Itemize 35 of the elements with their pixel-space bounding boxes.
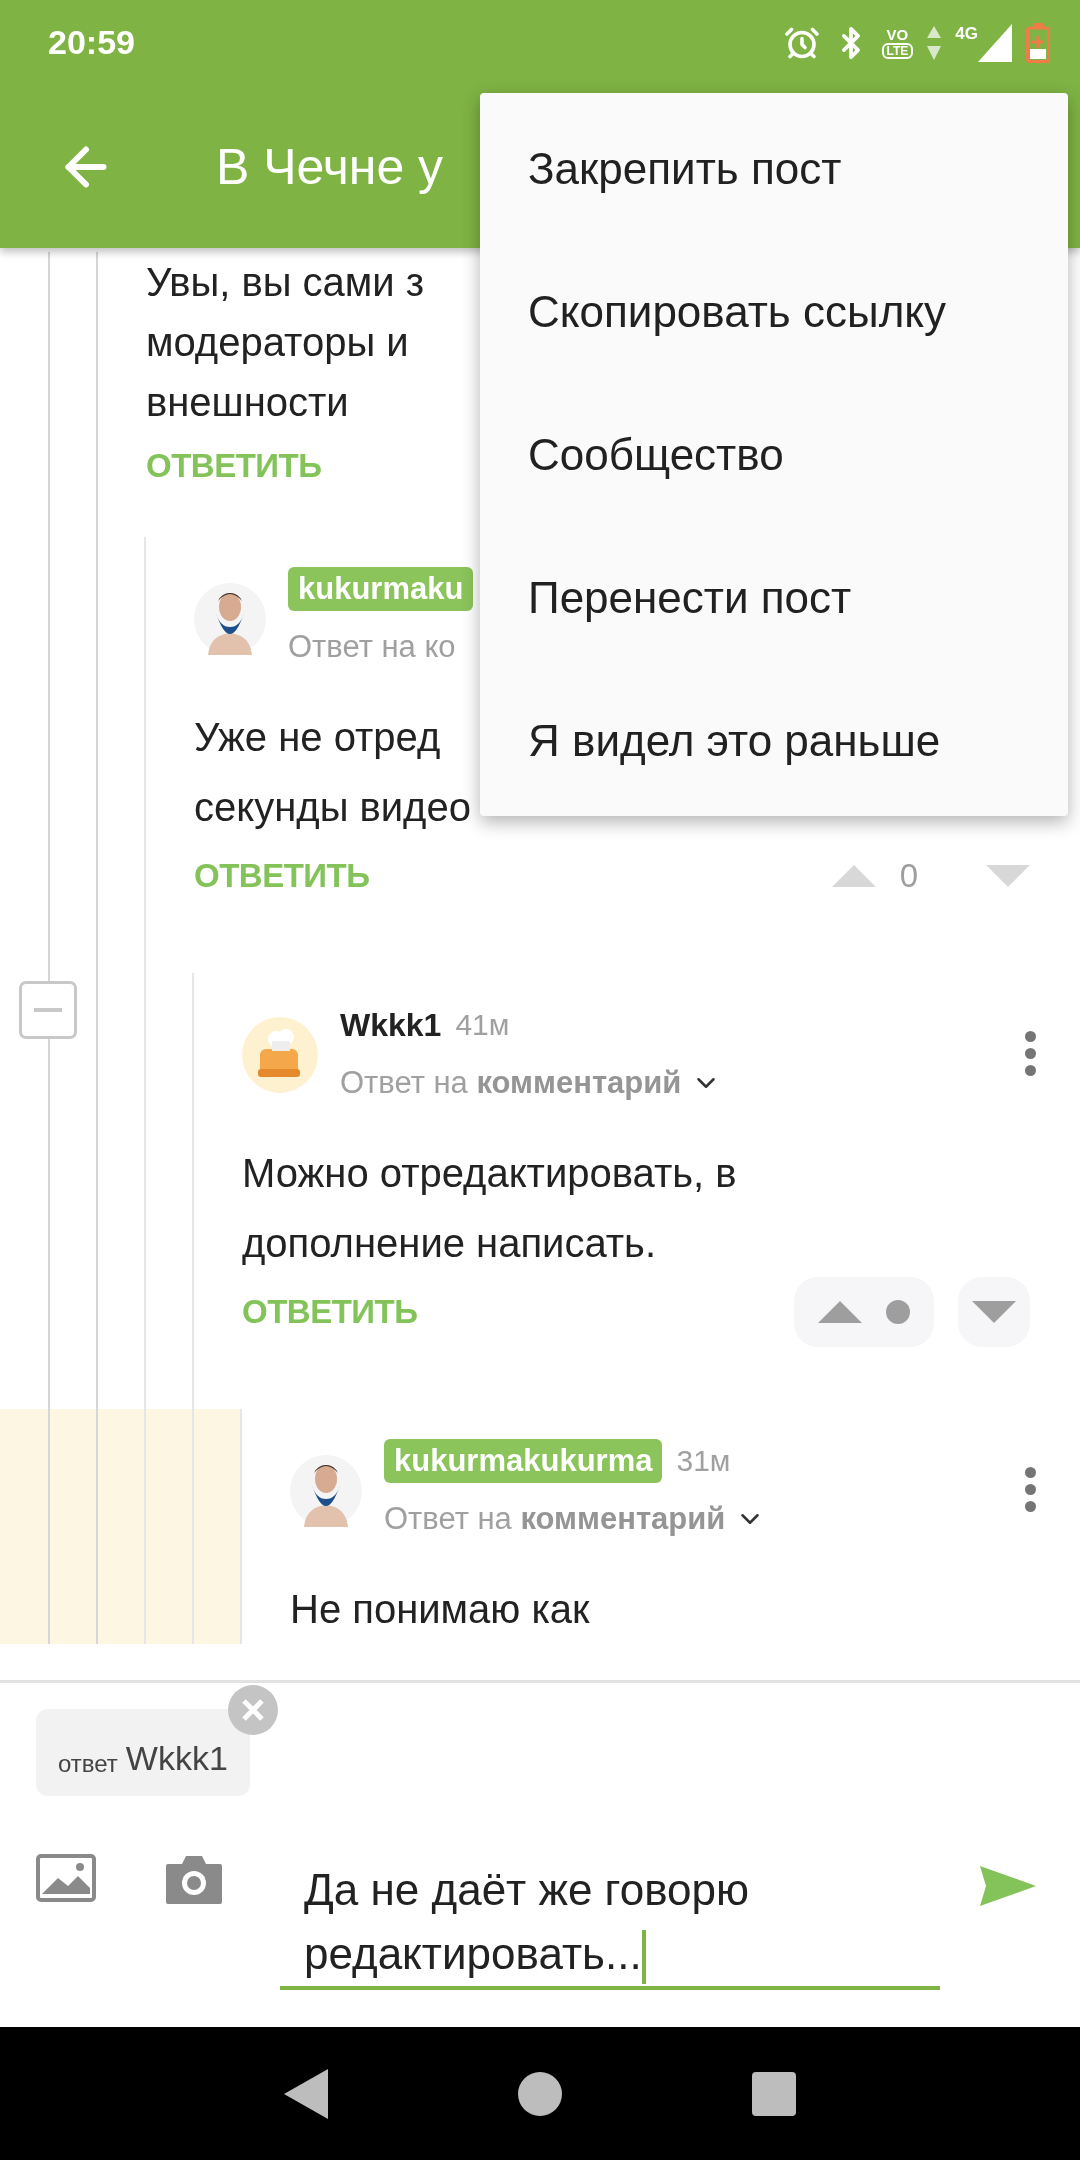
downvote-button[interactable] (958, 1277, 1030, 1347)
menu-item[interactable]: Закрепить пост (480, 97, 1068, 240)
downvote-icon[interactable] (972, 1301, 1016, 1323)
comment-text: Не понимаю как (290, 1586, 590, 1633)
data-arrows-icon (927, 25, 942, 60)
toolbar-title: В Чечне у (216, 137, 444, 196)
menu-item[interactable]: Сообщество (480, 383, 1068, 526)
upvote-button[interactable] (794, 1277, 934, 1347)
message-field[interactable]: Да не даёт же говорю редактировать... (280, 1854, 940, 1990)
home-nav-icon[interactable] (518, 2071, 562, 2116)
recents-nav-icon[interactable] (752, 2071, 796, 2116)
downvote-icon[interactable] (986, 865, 1030, 887)
back-nav-icon[interactable] (284, 2068, 328, 2119)
menu-item[interactable]: Перенести пост (480, 526, 1068, 669)
upvote-icon[interactable] (831, 865, 876, 887)
menu-item[interactable]: Скопировать ссылку (480, 240, 1068, 383)
collapse-button[interactable] (19, 981, 77, 1039)
comment-text: Увы, вы сами з модераторы и внешности (146, 259, 425, 426)
camera-icon[interactable] (164, 1854, 224, 1906)
vote-score: 0 (899, 857, 918, 895)
close-icon[interactable] (227, 1685, 278, 1735)
text-cursor (641, 1930, 646, 1985)
author-name[interactable]: Wkkk1 (340, 1006, 442, 1044)
comment-time: 31м (676, 1444, 731, 1478)
upvote-icon[interactable] (818, 1301, 862, 1323)
comment-time: 41м (455, 1008, 510, 1042)
image-icon[interactable] (36, 1854, 96, 1902)
hidden-score-icon (886, 1300, 910, 1324)
comment-text: Можно отредактировать, в дополнение написать. (242, 1150, 737, 1267)
reply-chip[interactable]: ответ Wkkk1 (36, 1709, 250, 1796)
send-icon[interactable] (980, 1866, 1036, 1906)
status-time: 20:59 (48, 23, 135, 62)
comment-text: Уже не отред секунды видео (194, 714, 471, 831)
menu-item[interactable]: Я видел это раньше (480, 669, 1068, 812)
battery-icon (1026, 22, 1050, 63)
